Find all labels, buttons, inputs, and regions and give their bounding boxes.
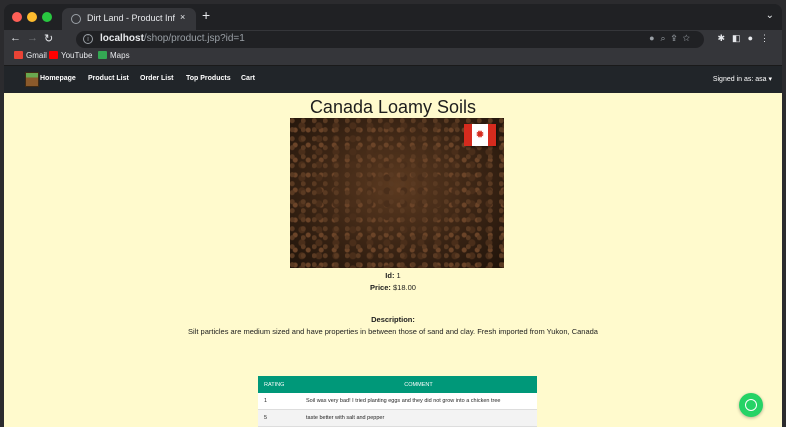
- canada-flag-icon: ✹: [464, 124, 496, 146]
- reload-icon[interactable]: ↻: [44, 32, 53, 45]
- comment-column-header: COMMENT: [300, 376, 537, 393]
- maps-icon: [98, 51, 107, 59]
- close-window-button[interactable]: [12, 12, 22, 22]
- tab-strip: Dirt Land - Product Information × + ⌄: [4, 4, 782, 30]
- omnibox-actions[interactable]: ●⌕⇪☆: [649, 33, 696, 44]
- browser-tab[interactable]: Dirt Land - Product Information ×: [62, 8, 196, 30]
- gmail-icon: [14, 51, 23, 59]
- nav-order-list[interactable]: Order List: [140, 75, 173, 82]
- description-text: Silt particles are medium sized and have…: [188, 327, 598, 336]
- tab-close-icon[interactable]: ×: [180, 12, 185, 22]
- nav-product-list[interactable]: Product List: [88, 75, 129, 82]
- extensions-icon: ✱: [717, 33, 733, 43]
- bookmark-gmail[interactable]: Gmail: [14, 51, 47, 60]
- whatsapp-button[interactable]: [739, 393, 763, 417]
- globe-icon: [71, 14, 81, 24]
- site-navbar: Homepage Product List Order List Top Pro…: [4, 66, 782, 93]
- nav-homepage[interactable]: Homepage: [40, 75, 76, 82]
- google-icon: ●: [649, 33, 661, 43]
- page-content: Canada Loamy Soils ✹ Id: 1 Price: $18.00…: [4, 93, 782, 427]
- back-arrow-icon[interactable]: ←: [10, 32, 21, 44]
- menu-icon: ⋮: [760, 33, 776, 43]
- rating-cell: 5: [258, 409, 300, 427]
- share-icon: ⇪: [671, 33, 683, 43]
- whatsapp-icon: [745, 399, 757, 411]
- nav-top-products[interactable]: Top Products: [186, 75, 231, 82]
- forward-arrow-icon[interactable]: →: [27, 32, 38, 44]
- table-row: 1 Soil was very bad! I tried planting eg…: [258, 393, 537, 410]
- product-price: Price: $18.00: [370, 283, 416, 292]
- bookmarks-bar: Gmail YouTube Maps: [4, 49, 782, 66]
- comment-cell: Soil was very bad! I tried planting eggs…: [300, 393, 537, 410]
- maximize-window-button[interactable]: [42, 12, 52, 22]
- reviews-table: RATING COMMENT 1 Soil was very bad! I tr…: [258, 376, 537, 427]
- browser-window: Dirt Land - Product Information × + ⌄ ← …: [4, 4, 782, 427]
- address-bar[interactable]: i localhost/shop/product.jsp?id=1 ●⌕⇪☆: [76, 31, 704, 48]
- product-id: Id: 1: [385, 271, 401, 280]
- rating-cell: 1: [258, 393, 300, 410]
- toolbar-actions[interactable]: ✱◧●⋮: [718, 33, 777, 44]
- zoom-icon: ⌕: [660, 33, 672, 43]
- new-tab-button[interactable]: +: [202, 7, 210, 23]
- url-text[interactable]: localhost/shop/product.jsp?id=1: [100, 33, 245, 44]
- info-icon[interactable]: i: [83, 34, 93, 44]
- minimize-window-button[interactable]: [27, 12, 37, 22]
- profile-icon: ●: [747, 33, 760, 43]
- description-heading: Description:: [371, 315, 415, 324]
- comment-cell: taste better with salt and pepper: [300, 409, 537, 427]
- side-panel-icon: ◧: [732, 33, 748, 43]
- dirt-block-logo-icon[interactable]: [25, 72, 39, 87]
- bookmark-maps[interactable]: Maps: [98, 51, 130, 60]
- star-icon: ☆: [682, 33, 696, 43]
- reviews-header-row: RATING COMMENT: [258, 376, 537, 393]
- page-title: Canada Loamy Soils: [309, 97, 477, 117]
- signed-in-dropdown[interactable]: Signed in as: asa ▾: [713, 75, 772, 83]
- rating-column-header: RATING: [258, 376, 300, 393]
- tab-title: Dirt Land - Product Information: [87, 13, 175, 23]
- youtube-icon: [49, 51, 58, 59]
- tab-search-icon[interactable]: ⌄: [766, 10, 774, 21]
- nav-cart[interactable]: Cart: [241, 75, 255, 82]
- table-row: 5 taste better with salt and pepper: [258, 409, 537, 427]
- bookmark-youtube[interactable]: YouTube: [49, 51, 92, 60]
- product-image: ✹: [290, 118, 504, 268]
- browser-toolbar: ← → ↻ i localhost/shop/product.jsp?id=1 …: [4, 30, 782, 49]
